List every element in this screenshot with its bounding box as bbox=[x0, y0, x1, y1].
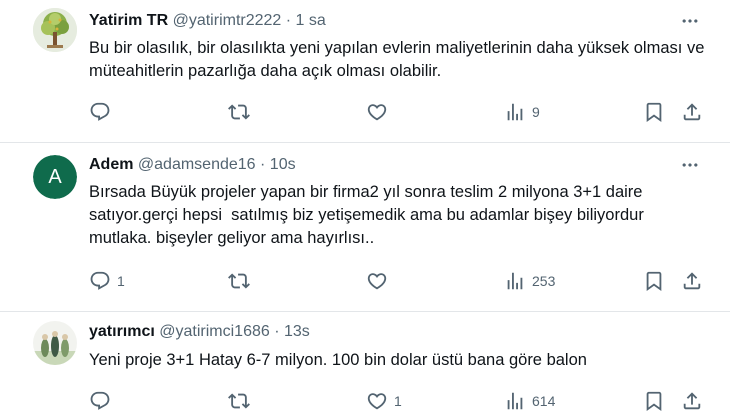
more-icon[interactable] bbox=[680, 11, 700, 31]
views-icon bbox=[504, 390, 526, 412]
tweet-header: Yatirim TR @yatirimtr2222 · 1 sa bbox=[89, 11, 326, 31]
more-icon[interactable] bbox=[680, 155, 700, 175]
reply-icon bbox=[89, 270, 111, 292]
bookmark-button[interactable] bbox=[643, 269, 665, 293]
tweet-text: Bu bir olasılık, bir olasılıkta yeni yap… bbox=[89, 39, 709, 80]
handle[interactable]: @adamsende16 bbox=[138, 156, 256, 173]
like-icon bbox=[366, 390, 388, 412]
reply-icon bbox=[89, 101, 111, 123]
retweet-icon bbox=[228, 101, 250, 123]
display-name[interactable]: Adem bbox=[89, 156, 133, 173]
timestamp[interactable]: · 10s bbox=[260, 156, 296, 173]
like-button[interactable]: 1 bbox=[366, 389, 402, 413]
handle[interactable]: @yatirimtr2222 bbox=[173, 12, 282, 29]
avatar-letter: A bbox=[48, 165, 62, 188]
bookmark-icon bbox=[643, 270, 665, 292]
tweet-actions: 1 253 bbox=[89, 269, 709, 293]
views-count: 253 bbox=[532, 273, 556, 289]
like-icon bbox=[366, 270, 388, 292]
share-button[interactable] bbox=[681, 389, 703, 413]
bookmark-button[interactable] bbox=[643, 389, 665, 413]
retweet-icon bbox=[228, 270, 250, 292]
views-count: 614 bbox=[532, 393, 556, 409]
tweet-text: Yeni proje 3+1 Hatay 6-7 milyon. 100 bin… bbox=[89, 351, 587, 369]
tweet[interactable]: A Adem @adamsende16 · 10s Bırsada Büyük … bbox=[0, 143, 730, 312]
display-name[interactable]: yatırımcı bbox=[89, 323, 155, 340]
timestamp[interactable]: · 1 sa bbox=[286, 12, 326, 29]
retweet-button[interactable] bbox=[228, 269, 250, 293]
retweet-button[interactable] bbox=[228, 389, 250, 413]
reply-button[interactable] bbox=[89, 389, 111, 413]
photo-avatar[interactable] bbox=[33, 321, 77, 365]
like-button[interactable] bbox=[366, 269, 388, 293]
bookmark-button[interactable] bbox=[643, 100, 665, 124]
like-button[interactable] bbox=[366, 100, 388, 124]
avatar-circle: A bbox=[33, 155, 77, 199]
retweet-button[interactable] bbox=[228, 100, 250, 124]
share-icon bbox=[681, 101, 703, 123]
like-icon bbox=[366, 101, 388, 123]
letter-avatar[interactable]: A bbox=[33, 155, 77, 199]
tweet-header: yatırımcı @yatirimci1686 · 13s bbox=[89, 322, 310, 342]
tweet[interactable]: Yatirim TR @yatirimtr2222 · 1 sa Bu bir … bbox=[0, 0, 730, 143]
reply-button[interactable] bbox=[89, 100, 111, 124]
handle[interactable]: @yatirimci1686 bbox=[159, 323, 270, 340]
tweet-actions: 1 614 bbox=[89, 389, 709, 413]
views-button[interactable]: 614 bbox=[504, 389, 555, 413]
views-button[interactable]: 9 bbox=[504, 100, 540, 124]
views-icon bbox=[504, 101, 526, 123]
tree-avatar[interactable] bbox=[33, 8, 77, 52]
views-button[interactable]: 253 bbox=[504, 269, 555, 293]
share-icon bbox=[681, 270, 703, 292]
like-count: 1 bbox=[394, 393, 402, 409]
retweet-icon bbox=[228, 390, 250, 412]
views-icon bbox=[504, 270, 526, 292]
timestamp[interactable]: · 13s bbox=[274, 323, 310, 340]
bookmark-icon bbox=[643, 390, 665, 412]
reply-count: 1 bbox=[117, 273, 125, 289]
views-count: 9 bbox=[532, 104, 540, 120]
display-name[interactable]: Yatirim TR bbox=[89, 12, 168, 29]
share-button[interactable] bbox=[681, 100, 703, 124]
tweet-header: Adem @adamsende16 · 10s bbox=[89, 155, 296, 175]
tweet[interactable]: yatırımcı @yatirimci1686 · 13s Yeni proj… bbox=[0, 312, 730, 420]
tweet-text: Bırsada Büyük projeler yapan bir firma2 … bbox=[89, 183, 649, 247]
tweet-actions: 9 bbox=[89, 100, 709, 124]
share-button[interactable] bbox=[681, 269, 703, 293]
reply-icon bbox=[89, 390, 111, 412]
bookmark-icon bbox=[643, 101, 665, 123]
reply-button[interactable]: 1 bbox=[89, 269, 125, 293]
share-icon bbox=[681, 390, 703, 412]
